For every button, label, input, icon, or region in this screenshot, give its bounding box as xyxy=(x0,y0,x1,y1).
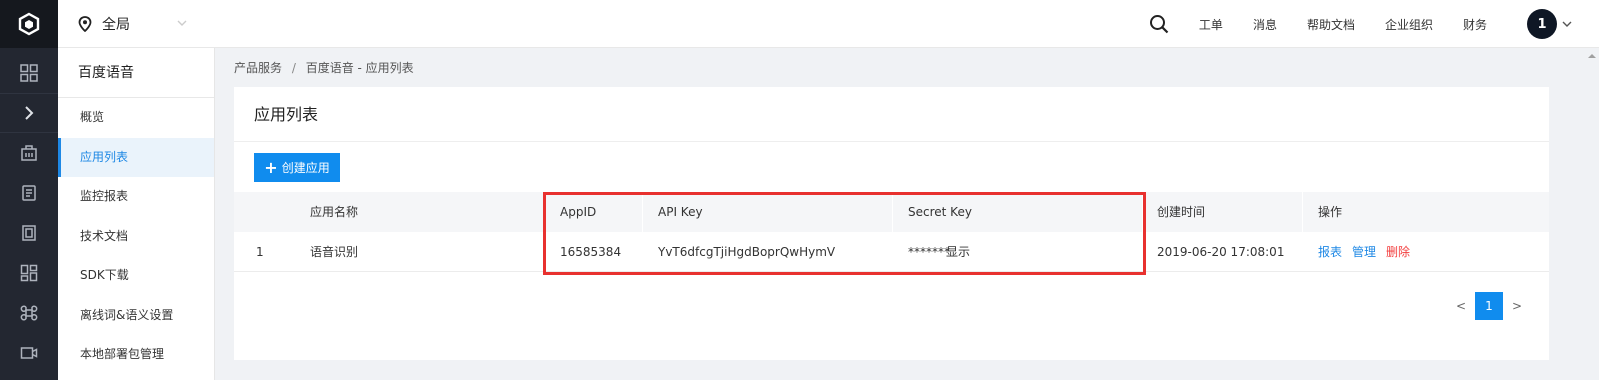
app-name-link[interactable]: 语音识别 xyxy=(310,232,358,272)
building-icon xyxy=(21,145,37,161)
sidebar-title: 百度语音 xyxy=(58,48,214,98)
cube-logo-icon xyxy=(18,12,40,36)
sidebar-item-overview[interactable]: 概览 xyxy=(58,98,214,138)
logo[interactable] xyxy=(0,0,58,48)
row-actions: 报表 管理 删除 xyxy=(1318,232,1420,272)
table-row: 1 语音识别 16585384 YvT6dfcgTjiHgdBoprQwHymV… xyxy=(234,232,1549,272)
next-page-button[interactable]: > xyxy=(1503,292,1531,320)
manage-link[interactable]: 管理 xyxy=(1352,245,1376,259)
avatar: 1 xyxy=(1527,9,1557,39)
user-menu[interactable]: 1 xyxy=(1527,9,1573,39)
col-app-name: 应用名称 xyxy=(310,205,359,219)
nav-organization[interactable]: 企业组织 xyxy=(1385,16,1433,33)
created-time: 2019-06-20 17:08:01 xyxy=(1157,245,1285,259)
chevron-down-icon xyxy=(1562,21,1572,27)
rail-video[interactable] xyxy=(0,333,58,373)
top-nav: 工单 消息 帮助文档 企业组织 财务 1 xyxy=(1149,0,1573,48)
grid-icon xyxy=(20,64,38,82)
pagination: < 1 > xyxy=(1447,292,1531,320)
sidebar-item-tech-docs[interactable]: 技术文档 xyxy=(58,217,214,257)
nav-ticket[interactable]: 工单 xyxy=(1199,16,1223,33)
nav-messages[interactable]: 消息 xyxy=(1253,16,1277,33)
scroll-up-icon[interactable] xyxy=(1588,52,1596,60)
rail-storage[interactable] xyxy=(0,173,58,213)
api-key-value: YvT6dfcgTjiHgdBoprQwHymV xyxy=(658,245,836,259)
apps-icon xyxy=(20,264,38,282)
video-icon xyxy=(20,347,38,359)
table-header: 应用名称 AppID API Key Secret Key 创建时间 操作 xyxy=(234,192,1549,232)
delete-link[interactable]: 删除 xyxy=(1386,245,1410,259)
col-actions: 操作 xyxy=(1318,205,1343,219)
left-rail xyxy=(0,0,58,380)
sidebar-item-sdk-download[interactable]: SDK下载 xyxy=(58,256,214,296)
scrollbar[interactable] xyxy=(1585,48,1599,380)
page-1-button[interactable]: 1 xyxy=(1475,292,1503,320)
search-button[interactable] xyxy=(1149,14,1169,34)
create-app-label: 创建应用 xyxy=(281,161,330,175)
chevron-down-icon xyxy=(177,20,187,26)
row-index: 1 xyxy=(256,245,264,259)
breadcrumb-separator: / xyxy=(291,61,296,75)
rail-document[interactable] xyxy=(0,213,58,253)
sidebar-item-local-deploy[interactable]: 本地部署包管理 xyxy=(58,335,214,375)
plus-icon: + xyxy=(264,157,278,177)
top-header: 全局 工单 消息 帮助文档 企业组织 财务 1 xyxy=(58,0,1599,48)
rail-dashboard[interactable] xyxy=(0,53,58,93)
search-icon xyxy=(1149,15,1169,34)
report-link[interactable]: 报表 xyxy=(1318,245,1342,259)
app-list-card: 应用列表 + 创建应用 应用名称 AppID API Key Secret Ke… xyxy=(234,87,1549,360)
col-created: 创建时间 xyxy=(1157,205,1206,219)
storage-icon xyxy=(22,185,36,201)
create-app-button[interactable]: + 创建应用 xyxy=(254,153,340,182)
app-table: 应用名称 AppID API Key Secret Key 创建时间 操作 1 … xyxy=(234,192,1549,272)
rail-apps[interactable] xyxy=(0,253,58,293)
secret-key-masked: ******* xyxy=(908,245,950,259)
col-api-key: API Key xyxy=(658,205,703,219)
command-icon xyxy=(20,305,38,321)
prev-page-button[interactable]: < xyxy=(1447,292,1475,320)
nav-help-docs[interactable]: 帮助文档 xyxy=(1307,16,1355,33)
sidebar-item-app-list[interactable]: 应用列表 xyxy=(58,137,214,177)
rail-expand[interactable] xyxy=(0,93,58,133)
location-pin-icon xyxy=(78,16,92,32)
nav-finance[interactable]: 财务 xyxy=(1463,16,1487,33)
col-app-id: AppID xyxy=(560,205,597,219)
sidebar-item-offline-words[interactable]: 离线词&语义设置 xyxy=(58,296,214,336)
app-id-value: 16585384 xyxy=(560,245,622,259)
sidebar-item-monitoring[interactable]: 监控报表 xyxy=(58,177,214,217)
document-icon xyxy=(22,225,36,241)
show-secret-link[interactable]: 显示 xyxy=(946,232,970,272)
breadcrumb: 产品服务 / 百度语音 - 应用列表 xyxy=(234,58,414,78)
col-secret-key: Secret Key xyxy=(908,205,972,219)
region-label: 全局 xyxy=(102,17,130,33)
rail-command[interactable] xyxy=(0,293,58,333)
breadcrumb-current: 百度语音 - 应用列表 xyxy=(305,61,414,75)
rail-building[interactable] xyxy=(0,133,58,173)
product-sidebar: 百度语音 概览 应用列表 监控报表 技术文档 SDK下载 离线词&语义设置 本地… xyxy=(58,48,215,380)
page-title: 应用列表 xyxy=(234,87,1549,142)
breadcrumb-parent[interactable]: 产品服务 xyxy=(234,61,282,75)
region-selector[interactable]: 全局 xyxy=(78,0,187,48)
chevron-right-icon xyxy=(25,106,34,120)
